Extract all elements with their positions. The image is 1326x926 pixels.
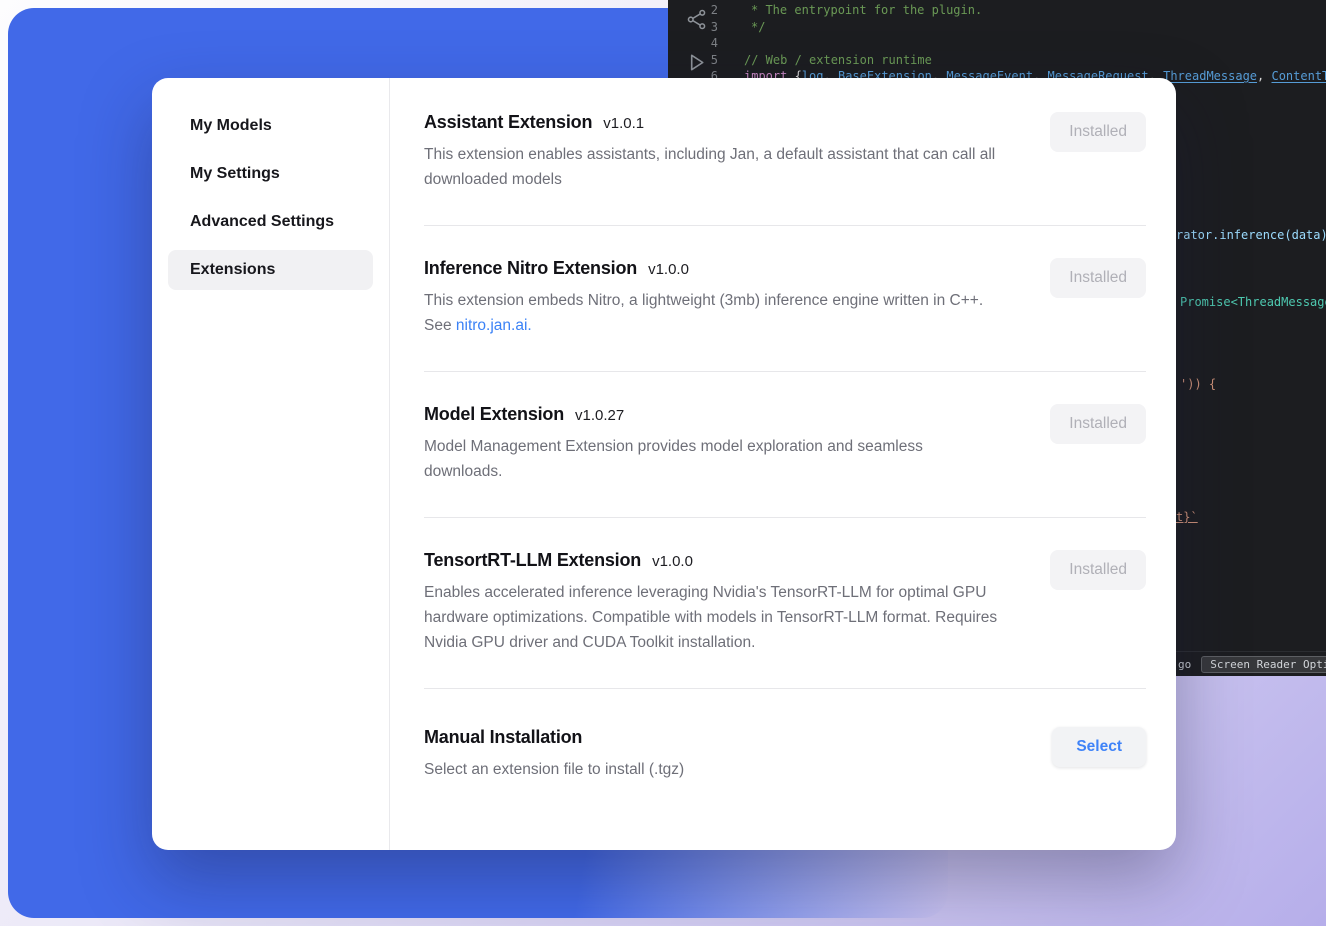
screen-reader-status-chip: Screen Reader Optimize — [1201, 656, 1326, 673]
settings-sidebar: My Models My Settings Advanced Settings … — [152, 78, 390, 850]
code-line: 5// Web / extension runtime — [668, 52, 1326, 69]
code-line-text: * The entrypoint for the plugin. — [744, 2, 1326, 19]
extension-version: v1.0.27 — [575, 407, 624, 424]
extension-title: Assistant Extension — [424, 112, 592, 133]
sidebar-item-extensions[interactable]: Extensions — [168, 250, 373, 290]
line-number: 4 — [668, 35, 744, 52]
extension-description: This extension enables assistants, inclu… — [424, 142, 1002, 192]
nitro-jan-ai-link[interactable]: nitro.jan.ai. — [456, 317, 532, 334]
code-fragment: rator.inference(data)); — [1176, 228, 1326, 242]
select-button[interactable]: Select — [1052, 727, 1146, 767]
code-line: 2* The entrypoint for the plugin. — [668, 2, 1326, 19]
import-identifier: ThreadMessage — [1163, 69, 1257, 83]
code-fragment: t}` — [1176, 510, 1198, 524]
extension-row-assistant: Assistant Extension v1.0.1 This extensio… — [424, 112, 1146, 226]
extension-description: Model Management Extension provides mode… — [424, 434, 1002, 484]
manual-installation-description: Select an extension file to install (.tg… — [424, 757, 684, 782]
installed-button[interactable]: Installed — [1050, 404, 1146, 444]
extension-row-tensorrt-llm: TensortRT-LLM Extension v1.0.0 Enables a… — [424, 518, 1146, 689]
extension-row-inference-nitro: Inference Nitro Extension v1.0.0 This ex… — [424, 226, 1146, 372]
code-line-text: // Web / extension runtime — [744, 52, 1326, 69]
extension-title: TensortRT-LLM Extension — [424, 550, 641, 571]
installed-button[interactable]: Installed — [1050, 550, 1146, 590]
extension-row-model: Model Extension v1.0.27 Model Management… — [424, 372, 1146, 518]
separator: , — [1257, 69, 1271, 83]
code-line: 4 — [668, 35, 1326, 52]
line-number: 5 — [668, 52, 744, 69]
extension-description: Enables accelerated inference leveraging… — [424, 580, 1002, 655]
installed-button[interactable]: Installed — [1050, 258, 1146, 298]
extensions-panel: Assistant Extension v1.0.1 This extensio… — [390, 78, 1176, 850]
sidebar-item-advanced-settings[interactable]: Advanced Settings — [168, 202, 373, 242]
extension-title: Model Extension — [424, 404, 564, 425]
code-lines: 2* The entrypoint for the plugin. 3*/ 4 … — [668, 2, 1326, 85]
sidebar-item-my-models[interactable]: My Models — [168, 106, 373, 146]
manual-installation-row: Manual Installation Select an extension … — [424, 689, 1146, 815]
status-language-label: go — [1178, 658, 1191, 671]
manual-installation-title: Manual Installation — [424, 727, 582, 748]
extension-version: v1.0.1 — [603, 115, 644, 132]
code-line: 3*/ — [668, 19, 1326, 36]
import-identifier: ContentType — [1271, 69, 1326, 83]
code-fragment: ')) { — [1180, 377, 1216, 391]
extension-title: Inference Nitro Extension — [424, 258, 637, 279]
extension-version: v1.0.0 — [652, 553, 693, 570]
sidebar-item-my-settings[interactable]: My Settings — [168, 154, 373, 194]
settings-modal: My Models My Settings Advanced Settings … — [152, 78, 1176, 850]
line-number: 2 — [668, 2, 744, 19]
code-fragment: Promise<ThreadMessage> — [1180, 295, 1326, 309]
installed-button[interactable]: Installed — [1050, 112, 1146, 152]
line-number: 3 — [668, 19, 744, 36]
code-line-text: */ — [744, 19, 1326, 36]
extension-version: v1.0.0 — [648, 261, 689, 278]
extension-description: This extension embeds Nitro, a lightweig… — [424, 288, 1002, 338]
code-line-text — [744, 35, 1326, 52]
